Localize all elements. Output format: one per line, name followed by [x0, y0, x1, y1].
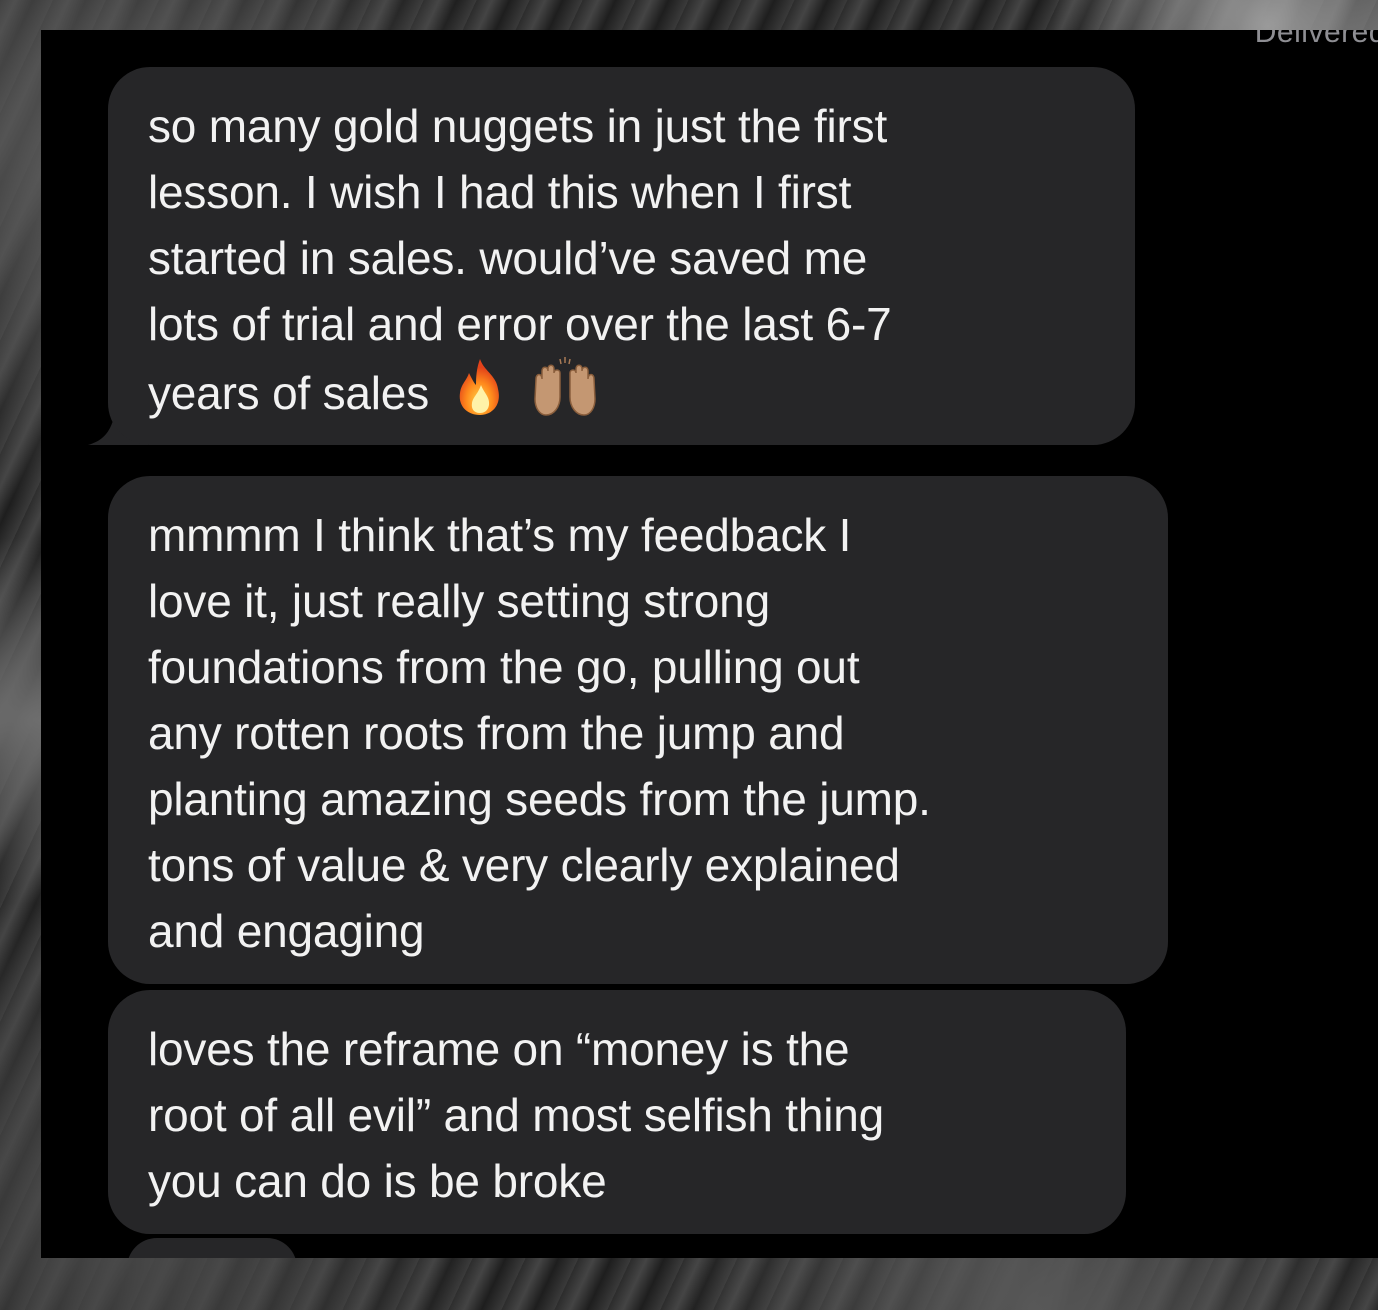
- message-line: root of all evil” and most selfish thing: [148, 1089, 885, 1141]
- message-line: any rotten roots from the jump and: [148, 707, 845, 759]
- message-bubble[interactable]: loves the reframe on “money is the root …: [108, 990, 1126, 1234]
- message-line: lots of trial and error over the last 6-…: [148, 298, 892, 350]
- message-line: started in sales. would’ve saved me: [148, 232, 868, 284]
- message-line: mmmm I think that’s my feedback I: [148, 509, 852, 561]
- message-line-last: years of sales: [148, 357, 1095, 426]
- raising-hands-emoji-icon: [534, 357, 596, 416]
- message-bubble-partial[interactable]: [127, 1238, 297, 1258]
- message-line: and engaging: [148, 905, 425, 957]
- message-line: foundations from the go, pulling out: [148, 641, 860, 693]
- message-line: love it, just really setting strong: [148, 575, 770, 627]
- fire-emoji-icon: [459, 359, 499, 415]
- message-line: planting amazing seeds from the jump.: [148, 773, 931, 825]
- message-bubble[interactable]: mmmm I think that’s my feedback I love i…: [108, 476, 1168, 984]
- message-line-text: years of sales: [148, 367, 429, 419]
- message-line: loves the reframe on “money is the: [148, 1023, 850, 1075]
- message-line: tons of value & very clearly explained: [148, 839, 900, 891]
- message-thread: Delivered so many gold nuggets in just t…: [41, 30, 1378, 1258]
- message-bubble[interactable]: so many gold nuggets in just the first l…: [108, 67, 1135, 445]
- message-line: lesson. I wish I had this when I first: [148, 166, 852, 218]
- message-line: so many gold nuggets in just the first: [148, 100, 888, 152]
- delivered-status: Delivered: [1254, 30, 1378, 49]
- message-line: you can do is be broke: [148, 1155, 607, 1207]
